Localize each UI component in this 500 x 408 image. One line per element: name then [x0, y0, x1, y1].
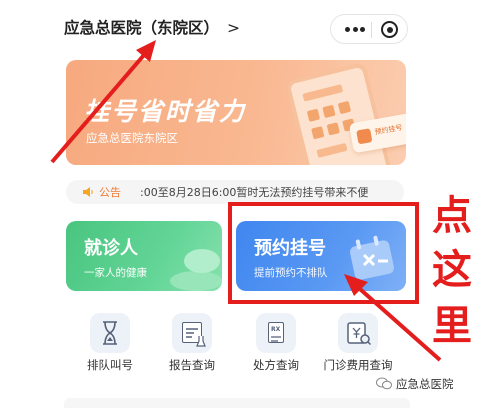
service-prescription-label: 处方查询 — [253, 358, 299, 372]
arrow-to-title — [50, 46, 152, 164]
prescription-icon: RX — [256, 313, 296, 353]
report-icon — [172, 313, 212, 353]
service-report-label: 报告查询 — [169, 358, 215, 372]
service-report[interactable]: 报告查询 — [152, 313, 232, 373]
service-fee[interactable]: 门诊费用查询 — [318, 313, 398, 373]
service-queue[interactable]: 排队叫号 — [70, 313, 150, 373]
watermark-text: 应急总医院 — [396, 377, 454, 391]
wechat-icon — [376, 377, 392, 390]
prescription-badge: RX — [271, 326, 281, 333]
hourglass-icon — [90, 313, 130, 353]
service-queue-label: 排队叫号 — [87, 358, 133, 372]
bottom-section — [64, 398, 410, 408]
service-prescription[interactable]: RX 处方查询 — [236, 313, 316, 373]
fee-icon — [338, 313, 378, 353]
service-fee-label: 门诊费用查询 — [323, 358, 393, 372]
